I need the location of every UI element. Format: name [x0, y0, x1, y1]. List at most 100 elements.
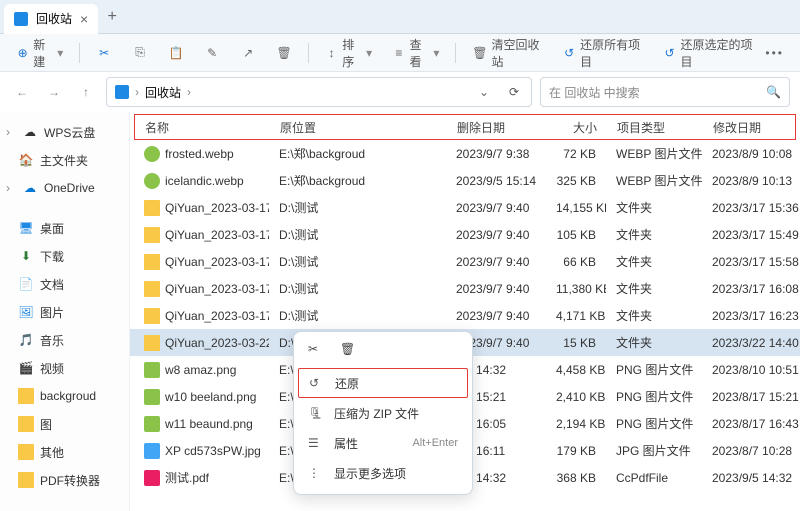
empty-recycle-button[interactable]: 🗑 清空回收站	[464, 39, 550, 67]
table-row[interactable]: QiYuan_2023-03-17_15D:\测试2023/9/7 9:4014…	[130, 194, 800, 221]
modified-date: 2023/8/9 10:08	[702, 147, 800, 161]
file-type: 文件夹	[606, 334, 702, 351]
modified-date: 2023/8/17 16:43	[702, 417, 800, 431]
chevron-down-icon[interactable]: ⌄	[479, 85, 499, 99]
col-size[interactable]: 大小	[547, 119, 607, 136]
cut-icon[interactable]: ✂	[308, 342, 326, 360]
refresh-button[interactable]: ⟳	[505, 85, 523, 99]
table-row[interactable]: QiYuan_2023-03-17_16D:\测试2023/9/7 9:4011…	[130, 275, 800, 302]
table-row[interactable]: QiYuan_2023-03-17_16D:\测试2023/9/7 9:404,…	[130, 302, 800, 329]
sidebar-item-pictures[interactable]: 🖼图片	[0, 298, 129, 326]
col-modified[interactable]: 修改日期	[703, 119, 795, 136]
ctx-more[interactable]: ⋮ 显示更多选项	[294, 458, 472, 488]
view-icon: ≡	[392, 45, 405, 61]
tab-recycle-bin[interactable]: 回收站 ×	[4, 4, 98, 34]
ctx-properties[interactable]: ☰ 属性 Alt+Enter	[294, 428, 472, 458]
breadcrumb[interactable]: 回收站	[145, 84, 181, 101]
modified-date: 2023/8/7 10:28	[702, 444, 800, 458]
col-deleted[interactable]: 删除日期	[447, 119, 547, 136]
sidebar-item-desktop[interactable]: 🖥桌面	[0, 214, 129, 242]
sidebar-item-videos[interactable]: 🎬视频	[0, 354, 129, 382]
share-button[interactable]: ↗	[232, 39, 264, 67]
properties-icon: ☰	[308, 436, 324, 450]
sidebar-item-tu[interactable]: 图	[0, 410, 129, 438]
restore-all-button[interactable]: ↺ 还原所有项目	[554, 39, 650, 67]
restore-selected-button[interactable]: ↺ 还原选定的项目	[655, 39, 762, 67]
back-button[interactable]: ←	[10, 80, 34, 104]
modified-date: 2023/8/9 10:13	[702, 174, 800, 188]
sidebar-item-backgroud[interactable]: backgroud	[0, 382, 129, 410]
modified-date: 2023/3/22 14:40	[702, 336, 800, 350]
modified-date: 2023/3/17 16:08	[702, 282, 800, 296]
delete-button[interactable]: 🗑	[268, 39, 300, 67]
rename-button[interactable]: ✎	[196, 39, 228, 67]
sidebar-item-music[interactable]: 🎵音乐	[0, 326, 129, 354]
sidebar-item-home[interactable]: 🏠主文件夹	[0, 146, 129, 174]
png-icon	[144, 416, 160, 432]
file-size: 179 KB	[546, 444, 606, 458]
modified-date: 2023/8/10 10:51	[702, 363, 800, 377]
up-button[interactable]: ↑	[74, 80, 98, 104]
sidebar-item-onedrive[interactable]: ›☁OneDrive	[0, 174, 129, 202]
modified-date: 2023/8/17 15:21	[702, 390, 800, 404]
file-name: QiYuan_2023-03-17_15	[165, 255, 269, 269]
table-row[interactable]: QiYuan_2023-03-17_15D:\测试2023/9/7 9:4010…	[130, 221, 800, 248]
video-icon: 🎬	[18, 360, 34, 376]
address-bar[interactable]: › 回收站 › ⌄ ⟳	[106, 77, 532, 107]
view-button[interactable]: ≡ 查看▾	[384, 39, 447, 67]
new-tab-button[interactable]: +	[98, 3, 126, 31]
file-size: 66 KB	[546, 255, 606, 269]
chevron-right-icon[interactable]: ›	[6, 125, 16, 139]
table-row[interactable]: frosted.webpE:\郑\backgroud2023/9/7 9:387…	[130, 140, 800, 167]
col-name[interactable]: 名称	[135, 119, 270, 136]
file-size: 325 KB	[546, 174, 606, 188]
sidebar-item-wps[interactable]: ›☁WPS云盘	[0, 118, 129, 146]
file-size: 72 KB	[546, 147, 606, 161]
restore-icon: ↺	[562, 45, 576, 61]
folder-icon	[144, 254, 160, 270]
close-icon[interactable]: ×	[80, 11, 88, 27]
file-type: PNG 图片文件	[606, 388, 702, 405]
address-row: ← → ↑ › 回收站 › ⌄ ⟳ 在 回收站 中搜索 🔍	[0, 72, 800, 112]
file-name: w10 beeland.png	[165, 390, 256, 404]
chevron-right-icon: ›	[187, 85, 191, 99]
modified-date: 2023/3/17 15:49	[702, 228, 800, 242]
table-row[interactable]: QiYuan_2023-03-17_15D:\测试2023/9/7 9:4066…	[130, 248, 800, 275]
more-icon: ⋮	[308, 466, 324, 480]
file-type: PNG 图片文件	[606, 415, 702, 432]
ctx-zip[interactable]: 🗜 压缩为 ZIP 文件	[294, 398, 472, 428]
table-row[interactable]: icelandic.webpE:\郑\backgroud2023/9/5 15:…	[130, 167, 800, 194]
file-size: 4,171 KB	[546, 309, 606, 323]
folder-icon	[144, 227, 160, 243]
sort-button[interactable]: ↕ 排序▾	[317, 39, 380, 67]
file-type: PNG 图片文件	[606, 361, 702, 378]
file-name: QiYuan_2023-03-17_15	[165, 228, 269, 242]
col-location[interactable]: 原位置	[270, 119, 447, 136]
ctx-restore[interactable]: ↺ 还原	[298, 368, 468, 398]
deleted-date: 2023/9/7 9:40	[446, 309, 546, 323]
folder-icon	[18, 444, 34, 460]
cut-button[interactable]: ✂	[88, 39, 120, 67]
more-button[interactable]: •••	[765, 46, 792, 60]
forward-button[interactable]: →	[42, 80, 66, 104]
toolbar: ⊕ 新建 ▾ ✂ ⎘ 📋 ✎ ↗ 🗑 ↕ 排序▾ ≡ 查看▾ 🗑 清空回收站 ↺…	[0, 34, 800, 72]
search-input[interactable]: 在 回收站 中搜索 🔍	[540, 77, 790, 107]
chevron-right-icon[interactable]: ›	[6, 181, 16, 195]
sort-icon: ↕	[325, 45, 338, 61]
trash-icon[interactable]: 🗑	[340, 342, 358, 360]
tab-title: 回收站	[36, 10, 72, 27]
file-type: JPG 图片文件	[606, 442, 702, 459]
sidebar-item-pdfconv[interactable]: PDF转换器	[0, 466, 129, 494]
file-location: E:\郑\backgroud	[269, 145, 446, 162]
file-name: QiYuan_2023-03-22_14	[165, 336, 269, 350]
folder-icon	[144, 281, 160, 297]
modified-date: 2023/9/5 14:32	[702, 471, 800, 485]
copy-button[interactable]: ⎘	[124, 39, 156, 67]
col-type[interactable]: 项目类型	[607, 119, 703, 136]
sidebar-item-downloads[interactable]: ⬇下载	[0, 242, 129, 270]
sidebar-item-other[interactable]: 其他	[0, 438, 129, 466]
sidebar-item-documents[interactable]: 📄文档	[0, 270, 129, 298]
deleted-date: 2023/9/7 9:40	[446, 201, 546, 215]
paste-button[interactable]: 📋	[160, 39, 192, 67]
new-button[interactable]: ⊕ 新建 ▾	[8, 39, 71, 67]
